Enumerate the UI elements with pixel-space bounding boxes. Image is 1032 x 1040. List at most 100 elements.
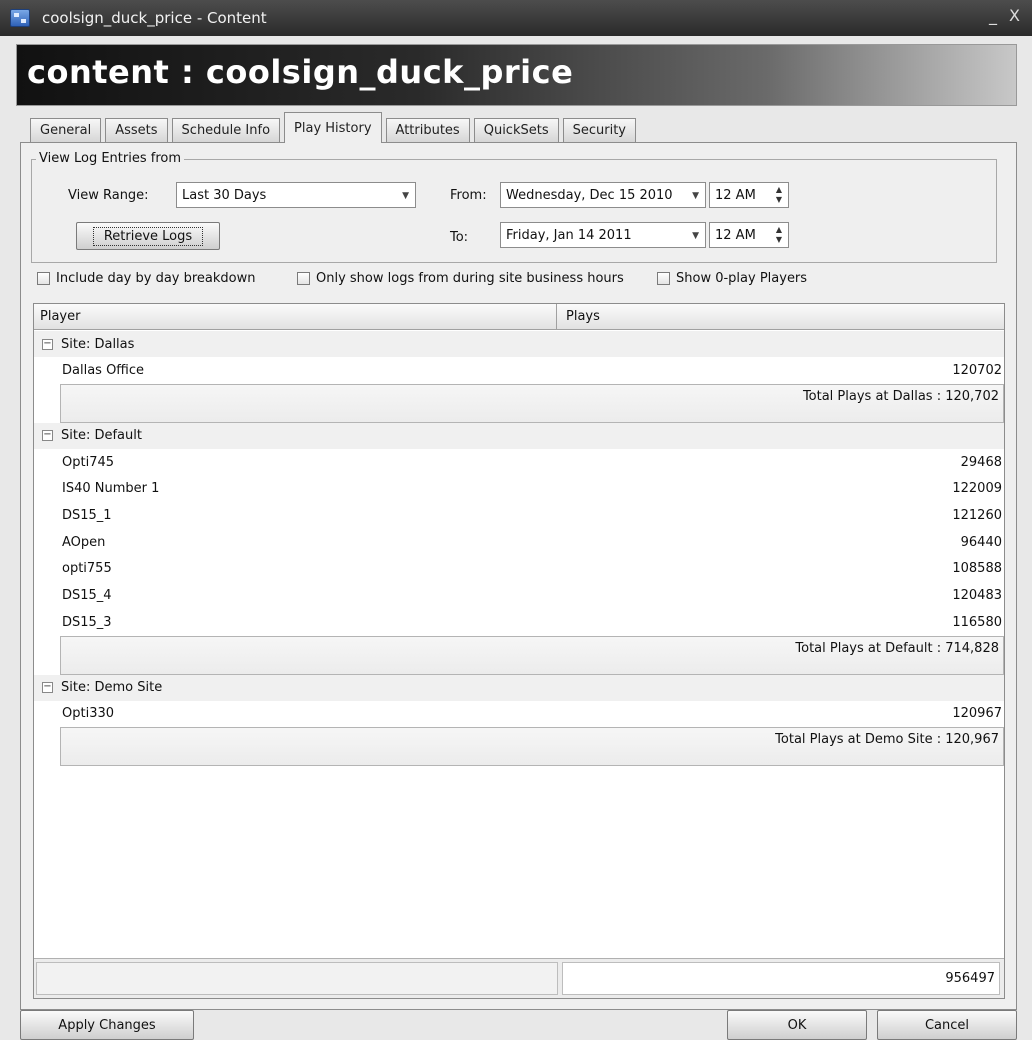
- checkbox-icon[interactable]: [657, 272, 670, 285]
- column-header-player[interactable]: Player: [40, 309, 80, 324]
- checkbox-icon[interactable]: [297, 272, 310, 285]
- from-date-picker[interactable]: Wednesday, Dec 15 2010 ▼: [500, 182, 706, 208]
- grid-footer: 956497: [34, 958, 1004, 998]
- player-name: Opti745: [62, 454, 115, 470]
- group-header-dallas[interactable]: − Site: Dallas: [34, 331, 1004, 357]
- ok-button[interactable]: OK: [727, 1010, 867, 1040]
- table-row[interactable]: DS15_3 116580: [34, 608, 1004, 636]
- play-count: 96440: [960, 534, 1002, 550]
- play-count: 29468: [960, 454, 1002, 470]
- play-history-grid[interactable]: Player Plays − Site: Dallas Dallas Offic…: [33, 303, 1005, 999]
- tab-quicksets[interactable]: QuickSets: [473, 118, 559, 142]
- view-range-value: Last 30 Days: [182, 187, 267, 203]
- from-time-spinner[interactable]: 12 AM ▲ ▼: [709, 182, 789, 208]
- table-row[interactable]: IS40 Number 1 122009: [34, 475, 1004, 503]
- from-time-value: 12 AM: [715, 187, 756, 203]
- play-count: 121260: [952, 507, 1002, 523]
- day-by-day-label: Include day by day breakdown: [56, 271, 256, 286]
- player-name: AOpen: [62, 534, 106, 550]
- retrieve-logs-button[interactable]: Retrieve Logs: [76, 222, 220, 250]
- content-banner: content : coolsign_duck_price: [16, 44, 1017, 106]
- business-hours-label: Only show logs from during site business…: [316, 271, 624, 286]
- player-name: Opti330: [62, 706, 115, 722]
- play-count: 116580: [952, 614, 1002, 630]
- column-header-plays[interactable]: Plays: [566, 309, 600, 324]
- play-history-panel: View Log Entries from View Range: Last 3…: [20, 142, 1017, 1010]
- to-time-value: 12 AM: [715, 227, 756, 243]
- tab-general[interactable]: General: [30, 118, 102, 142]
- close-button[interactable]: X: [1009, 6, 1020, 25]
- collapse-icon[interactable]: −: [42, 682, 53, 693]
- group-total: Total Plays at Dallas : 120,702: [802, 388, 999, 404]
- checkbox-icon[interactable]: [37, 272, 50, 285]
- play-count: 122009: [952, 481, 1002, 497]
- tab-schedule-info[interactable]: Schedule Info: [171, 118, 281, 142]
- footer-player-cell: [36, 962, 558, 995]
- from-date-value: Wednesday, Dec 15 2010: [506, 187, 673, 203]
- retrieve-logs-label: Retrieve Logs: [92, 226, 204, 246]
- chevron-down-icon: ▼: [692, 191, 699, 201]
- chevron-down-icon: ▼: [692, 231, 699, 241]
- table-row[interactable]: Dallas Office 120702: [34, 357, 1004, 384]
- play-count: 120967: [952, 706, 1002, 722]
- apply-changes-button[interactable]: Apply Changes: [20, 1010, 194, 1040]
- table-row[interactable]: AOpen 96440: [34, 528, 1004, 556]
- tab-assets[interactable]: Assets: [105, 118, 168, 142]
- log-range-group: View Log Entries from View Range: Last 3…: [31, 151, 997, 263]
- group-total-row: Total Plays at Dallas : 120,702: [60, 383, 1004, 423]
- grid-rows: − Site: Dallas Dallas Office 120702 Tota…: [34, 331, 1004, 767]
- tab-strip: General Assets Schedule Info Play Histor…: [30, 112, 640, 143]
- player-name: DS15_4: [62, 587, 112, 603]
- to-date-value: Friday, Jan 14 2011: [506, 227, 632, 243]
- banner-title: content : coolsign_duck_price: [27, 53, 574, 91]
- table-row[interactable]: DS15_4 120483: [34, 582, 1004, 609]
- spin-arrows-icon[interactable]: ▲ ▼: [776, 225, 782, 245]
- play-count: 108588: [952, 561, 1002, 577]
- tab-play-history[interactable]: Play History: [284, 112, 382, 143]
- footer-total-cell: 956497: [562, 962, 1000, 995]
- window-titlebar[interactable]: coolsign_duck_price - Content _ X: [0, 0, 1032, 36]
- player-name: DS15_1: [62, 507, 112, 523]
- business-hours-checkbox[interactable]: Only show logs from during site business…: [297, 271, 624, 286]
- collapse-icon[interactable]: −: [42, 430, 53, 442]
- from-label: From:: [450, 188, 487, 203]
- view-range-select[interactable]: Last 30 Days ▼: [176, 182, 416, 208]
- player-name: Dallas Office: [62, 362, 145, 378]
- to-label: To:: [450, 230, 469, 245]
- tab-security[interactable]: Security: [562, 118, 636, 142]
- group-total-row: Total Plays at Demo Site : 120,967: [60, 727, 1004, 767]
- collapse-icon[interactable]: −: [42, 338, 53, 350]
- group-total: Total Plays at Demo Site : 120,967: [775, 732, 999, 748]
- table-row[interactable]: Opti330 120967: [34, 700, 1004, 728]
- table-row[interactable]: Opti745 29468: [34, 448, 1004, 476]
- player-name: opti755: [62, 561, 112, 577]
- day-by-day-checkbox[interactable]: Include day by day breakdown: [37, 271, 256, 286]
- play-count: 120483: [952, 587, 1002, 603]
- app-icon: [10, 9, 30, 27]
- to-date-picker[interactable]: Friday, Jan 14 2011 ▼: [500, 222, 706, 248]
- group-header-demo-site[interactable]: − Site: Demo Site: [34, 674, 1004, 701]
- window-title: coolsign_duck_price - Content: [42, 9, 267, 27]
- cancel-button[interactable]: Cancel: [877, 1010, 1017, 1040]
- grid-header: Player Plays: [34, 304, 1004, 330]
- group-label: Site: Dallas: [61, 336, 135, 352]
- player-name: DS15_3: [62, 614, 112, 630]
- tab-attributes[interactable]: Attributes: [385, 118, 470, 142]
- table-row[interactable]: opti755 108588: [34, 555, 1004, 583]
- group-header-default[interactable]: − Site: Default: [34, 422, 1004, 449]
- play-count: 120702: [952, 362, 1002, 378]
- group-label: Site: Demo Site: [61, 680, 163, 695]
- grand-total: 956497: [945, 971, 995, 986]
- spin-arrows-icon[interactable]: ▲ ▼: [776, 185, 782, 205]
- minimize-button[interactable]: _: [989, 6, 997, 25]
- group-total-row: Total Plays at Default : 714,828: [60, 635, 1004, 675]
- chevron-down-icon: ▼: [402, 191, 409, 201]
- zero-play-checkbox[interactable]: Show 0-play Players: [657, 271, 807, 286]
- table-row[interactable]: DS15_1 121260: [34, 502, 1004, 529]
- log-range-legend: View Log Entries from: [36, 151, 184, 166]
- view-range-label: View Range:: [68, 188, 149, 203]
- group-total: Total Plays at Default : 714,828: [795, 640, 999, 656]
- player-name: IS40 Number 1: [62, 481, 160, 497]
- zero-play-label: Show 0-play Players: [676, 271, 808, 286]
- to-time-spinner[interactable]: 12 AM ▲ ▼: [709, 222, 789, 248]
